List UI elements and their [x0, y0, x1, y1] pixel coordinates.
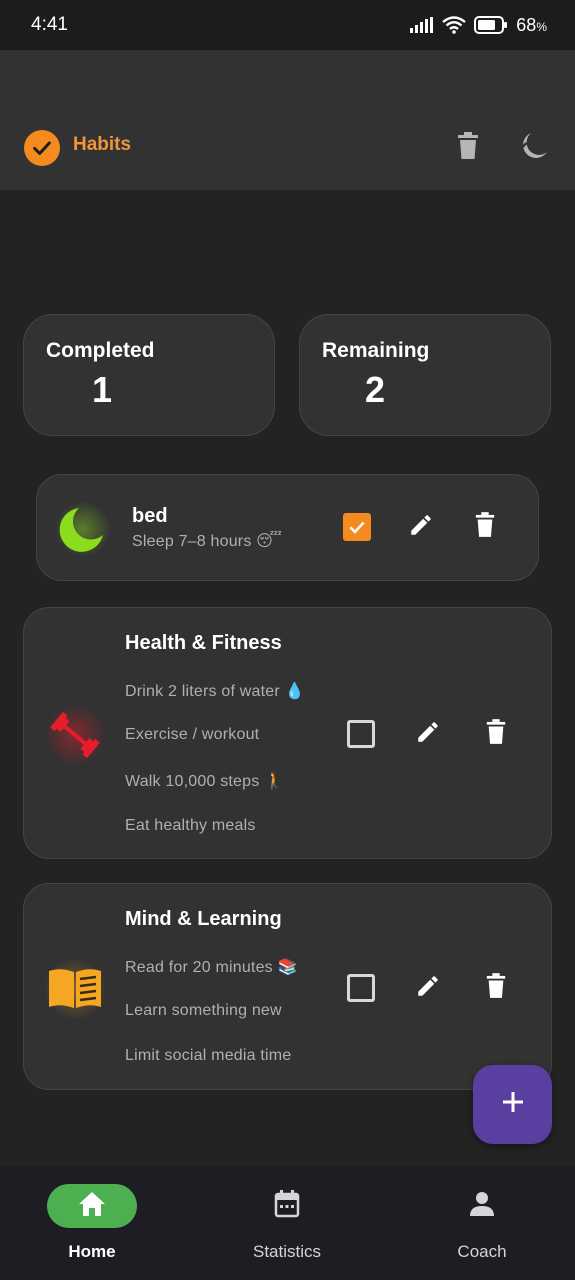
delete-button[interactable]: [476, 714, 516, 754]
checkbox-unchecked: [347, 974, 375, 1002]
battery-icon: [474, 16, 508, 34]
habit-item: Drink 2 liters of water 💧: [125, 683, 305, 700]
nav-home-pill: [47, 1184, 137, 1228]
remaining-card: Remaining 2: [299, 314, 551, 436]
edit-button[interactable]: [408, 968, 448, 1008]
habit-card-health[interactable]: Health & Fitness Drink 2 liters of water…: [23, 607, 552, 859]
plus-icon: [501, 1090, 525, 1119]
trash-icon: [474, 511, 496, 543]
add-habit-button[interactable]: [473, 1065, 552, 1144]
home-icon: [78, 1191, 106, 1222]
habit-checkbox[interactable]: [341, 968, 381, 1008]
check-circle-icon: [24, 130, 60, 166]
habit-item: Walk 10,000 steps 🚶: [125, 773, 285, 790]
battery-unit: %: [536, 19, 547, 34]
battery-value: 68: [516, 14, 537, 35]
pencil-icon: [415, 719, 441, 750]
battery-percent: 68%: [516, 15, 547, 36]
edit-button[interactable]: [401, 507, 441, 547]
habit-item: Exercise / workout: [125, 726, 260, 743]
nav-statistics-label: Statistics: [252, 1242, 322, 1261]
completed-card: Completed 1: [23, 314, 275, 436]
habit-checkbox[interactable]: [341, 714, 381, 754]
completed-label: Completed: [46, 339, 155, 362]
person-icon: [469, 1191, 495, 1222]
habit-item: Sleep 7–8 hours 😴: [132, 533, 283, 550]
page-title: Habits: [73, 134, 132, 155]
app-bar: Habits: [0, 50, 575, 190]
habit-checkbox[interactable]: [337, 507, 377, 547]
delete-all-button[interactable]: [448, 128, 488, 168]
status-bar: 4:41 68%: [0, 0, 575, 50]
trash-icon: [456, 131, 480, 165]
completed-value: 1: [92, 369, 113, 410]
habit-title: bed: [132, 505, 168, 527]
habit-item: Eat healthy meals: [125, 817, 256, 834]
signal-icon: [410, 17, 434, 33]
remaining-value: 2: [365, 369, 386, 410]
moon-icon: [55, 501, 111, 557]
nav-statistics-pill: [242, 1184, 332, 1228]
habit-title: Mind & Learning: [125, 908, 282, 930]
wifi-icon: [442, 16, 467, 34]
remaining-label: Remaining: [322, 339, 430, 362]
nav-coach[interactable]: Coach: [402, 1166, 562, 1280]
delete-button[interactable]: [465, 507, 505, 547]
dumbbell-icon: [44, 704, 106, 766]
book-icon: [44, 958, 106, 1020]
habit-card-mind[interactable]: Mind & Learning Read for 20 minutes 📚 Le…: [23, 883, 552, 1090]
checkbox-checked: [343, 513, 371, 541]
habit-title: Health & Fitness: [125, 632, 282, 654]
moon-icon: [517, 130, 549, 167]
theme-toggle-button[interactable]: [513, 128, 553, 168]
nav-coach-label: Coach: [457, 1242, 507, 1261]
trash-icon: [485, 718, 507, 750]
habit-item: Limit social media time: [125, 1047, 292, 1064]
bottom-nav: Home Statistics Coach: [0, 1166, 575, 1280]
habit-item: Read for 20 minutes 📚: [125, 959, 298, 976]
nav-coach-pill: [437, 1184, 527, 1228]
pencil-icon: [408, 512, 434, 543]
habit-card-bed[interactable]: bed Sleep 7–8 hours 😴: [36, 474, 539, 581]
edit-button[interactable]: [408, 714, 448, 754]
checkbox-unchecked: [347, 720, 375, 748]
calendar-icon: [274, 1189, 300, 1223]
status-time: 4:41: [31, 14, 68, 35]
pencil-icon: [415, 973, 441, 1004]
habit-item: Learn something new: [125, 1002, 282, 1019]
nav-home[interactable]: Home: [12, 1166, 172, 1280]
trash-icon: [485, 972, 507, 1004]
nav-statistics[interactable]: Statistics: [207, 1166, 367, 1280]
delete-button[interactable]: [476, 968, 516, 1008]
nav-home-label: Home: [68, 1242, 116, 1261]
status-icons: 68%: [410, 15, 547, 36]
